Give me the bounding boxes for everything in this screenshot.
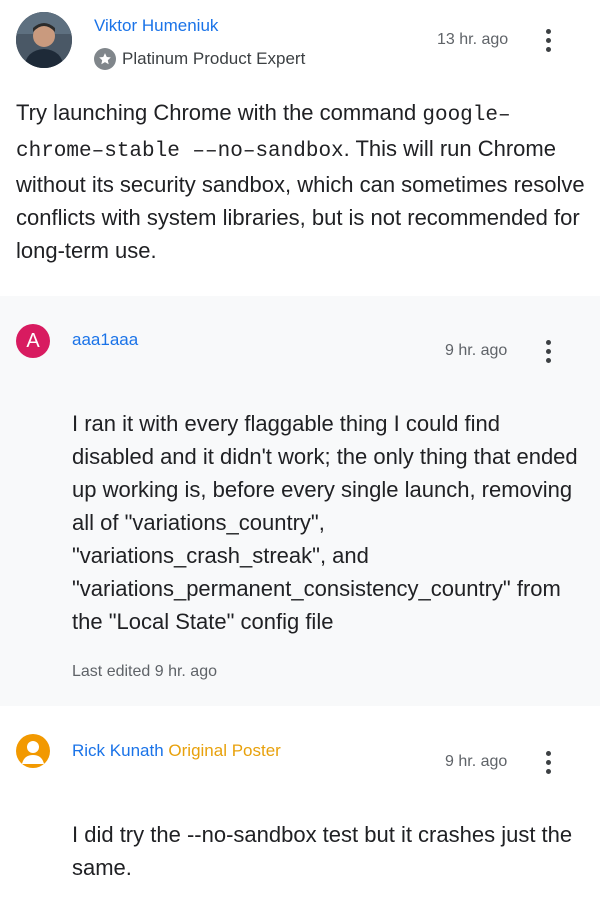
post-body: Try launching Chrome with the command go… [16,100,585,263]
avatar[interactable] [16,12,72,68]
star-badge-icon [94,48,116,70]
badge-label: Platinum Product Expert [122,49,306,68]
timestamp: 9 hr. ago [445,753,508,770]
edited-note: Last edited 9 hr. ago [72,663,217,680]
reply-body: I did try the --no-sandbox test but it c… [72,822,573,880]
timestamp: 13 hr. ago [437,31,509,48]
original-poster-badge: Original Poster [168,741,281,760]
post-viktor: Viktor Humeniuk Platinum Product Expert … [0,0,600,296]
expert-badge: Platinum Product Expert [94,48,305,70]
profile-photo-icon [16,12,72,68]
reply-body: I ran it with every flaggable thing I co… [72,411,578,634]
author-name[interactable]: Viktor Humeniuk [94,16,218,36]
avatar[interactable] [16,734,50,768]
person-icon [22,741,44,764]
more-options-icon[interactable] [538,336,558,366]
more-options-icon[interactable] [538,25,558,55]
author-row: Rick Kunath Original Poster [72,741,281,761]
timestamp: 9 hr. ago [445,342,508,359]
more-options-icon[interactable] [538,747,558,777]
avatar[interactable]: A [16,324,50,358]
author-name[interactable]: Rick Kunath [72,741,164,760]
author-name[interactable]: aaa1aaa [72,330,138,350]
